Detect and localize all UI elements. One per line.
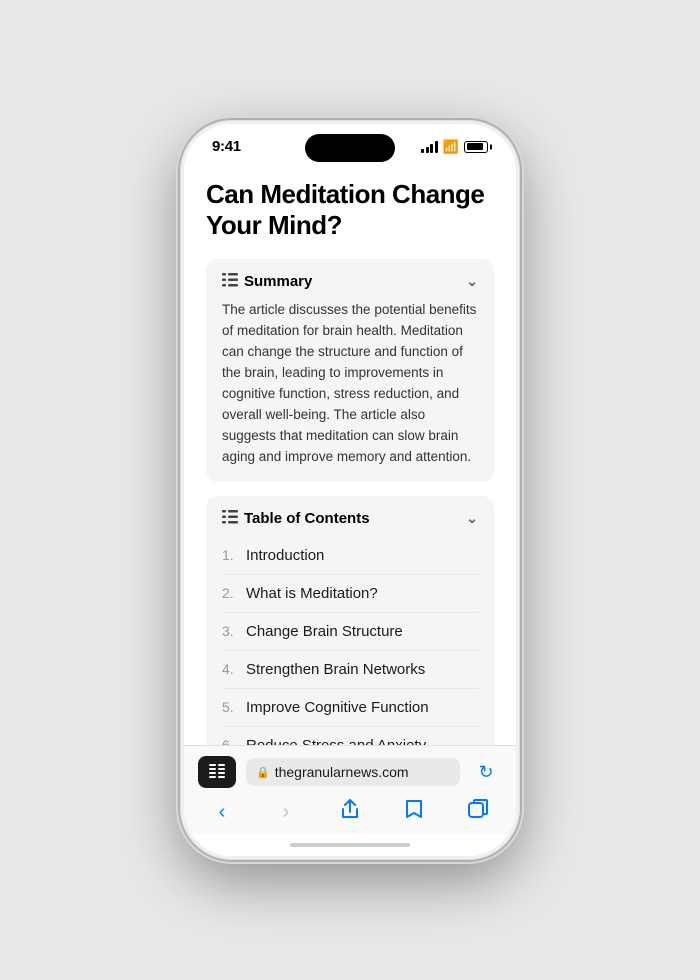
- toc-list: 1. Introduction 2. What is Meditation? 3…: [222, 537, 478, 745]
- toc-list-item[interactable]: 6. Reduce Stress and Anxiety: [222, 727, 478, 745]
- toc-item-label: Strengthen Brain Networks: [246, 661, 425, 678]
- url-text: thegranularnews.com: [275, 764, 409, 780]
- tabs-icon: [468, 799, 488, 825]
- toc-item-label: Introduction: [246, 547, 324, 564]
- dynamic-island: [305, 134, 395, 162]
- summary-card-header: Summary ⌄: [222, 273, 478, 290]
- summary-text: The article discusses the potential bene…: [222, 300, 478, 467]
- toc-item-number: 6.: [222, 737, 246, 745]
- toc-item-number: 5.: [222, 699, 246, 715]
- toc-list-item[interactable]: 3. Change Brain Structure: [222, 613, 478, 651]
- forward-icon: ›: [283, 801, 290, 824]
- bookmark-button[interactable]: [396, 798, 432, 826]
- toc-item-number: 4.: [222, 661, 246, 677]
- status-bar: 9:41 📶: [184, 124, 516, 163]
- phone-frame: 9:41 📶 Can Meditation Change Your Mind?: [180, 120, 520, 860]
- summary-chevron-icon[interactable]: ⌄: [466, 273, 478, 290]
- back-button[interactable]: ‹: [204, 798, 240, 826]
- toc-list-item[interactable]: 1. Introduction: [222, 537, 478, 575]
- toc-list-item[interactable]: 5. Improve Cognitive Function: [222, 689, 478, 727]
- content-area[interactable]: Can Meditation Change Your Mind?: [184, 163, 516, 745]
- toc-icon: [222, 510, 238, 527]
- summary-icon: [222, 273, 238, 290]
- toc-item-number: 2.: [222, 585, 246, 601]
- battery-fill: [467, 143, 483, 150]
- phone-screen: 9:41 📶 Can Meditation Change Your Mind?: [184, 124, 516, 856]
- article-title: Can Meditation Change Your Mind?: [206, 179, 494, 241]
- toc-item-label: What is Meditation?: [246, 585, 378, 602]
- browser-bar: 🔒 thegranularnews.com ↻ ‹ ›: [184, 745, 516, 834]
- share-button[interactable]: [332, 798, 368, 826]
- summary-title-text: Summary: [244, 273, 312, 290]
- wifi-icon: 📶: [443, 139, 459, 155]
- toc-chevron-icon[interactable]: ⌄: [466, 510, 478, 527]
- summary-card-title: Summary: [222, 273, 312, 290]
- nav-row: ‹ ›: [198, 798, 502, 826]
- address-bar[interactable]: 🔒 thegranularnews.com: [246, 758, 460, 786]
- reload-icon: ↻: [478, 762, 493, 783]
- signal-icon: [421, 141, 438, 153]
- bookmark-icon: [405, 799, 423, 825]
- lock-icon: 🔒: [256, 766, 270, 779]
- back-icon: ‹: [219, 801, 226, 824]
- toc-item-number: 1.: [222, 547, 246, 563]
- reader-mode-button[interactable]: [198, 756, 236, 788]
- toc-list-item[interactable]: 2. What is Meditation?: [222, 575, 478, 613]
- toc-card-title: Table of Contents: [222, 510, 370, 527]
- home-indicator: [184, 834, 516, 856]
- toc-item-label: Reduce Stress and Anxiety: [246, 737, 426, 745]
- toc-card: Table of Contents ⌄ 1. Introduction 2. W…: [206, 496, 494, 745]
- tabs-button[interactable]: [460, 798, 496, 826]
- summary-card: Summary ⌄ The article discusses the pote…: [206, 259, 494, 481]
- share-icon: [341, 799, 359, 825]
- forward-button[interactable]: ›: [268, 798, 304, 826]
- toc-item-number: 3.: [222, 623, 246, 639]
- battery-icon: [464, 141, 488, 153]
- address-row: 🔒 thegranularnews.com ↻: [198, 756, 502, 788]
- status-icons: 📶: [421, 139, 488, 155]
- toc-item-label: Improve Cognitive Function: [246, 699, 429, 716]
- reload-button[interactable]: ↻: [470, 756, 502, 788]
- toc-card-header: Table of Contents ⌄: [222, 510, 478, 527]
- home-bar: [290, 843, 410, 847]
- toc-item-label: Change Brain Structure: [246, 623, 403, 640]
- toc-list-item[interactable]: 4. Strengthen Brain Networks: [222, 651, 478, 689]
- toc-title-text: Table of Contents: [244, 510, 370, 527]
- status-time: 9:41: [212, 138, 241, 155]
- reader-mode-icon: [208, 764, 226, 781]
